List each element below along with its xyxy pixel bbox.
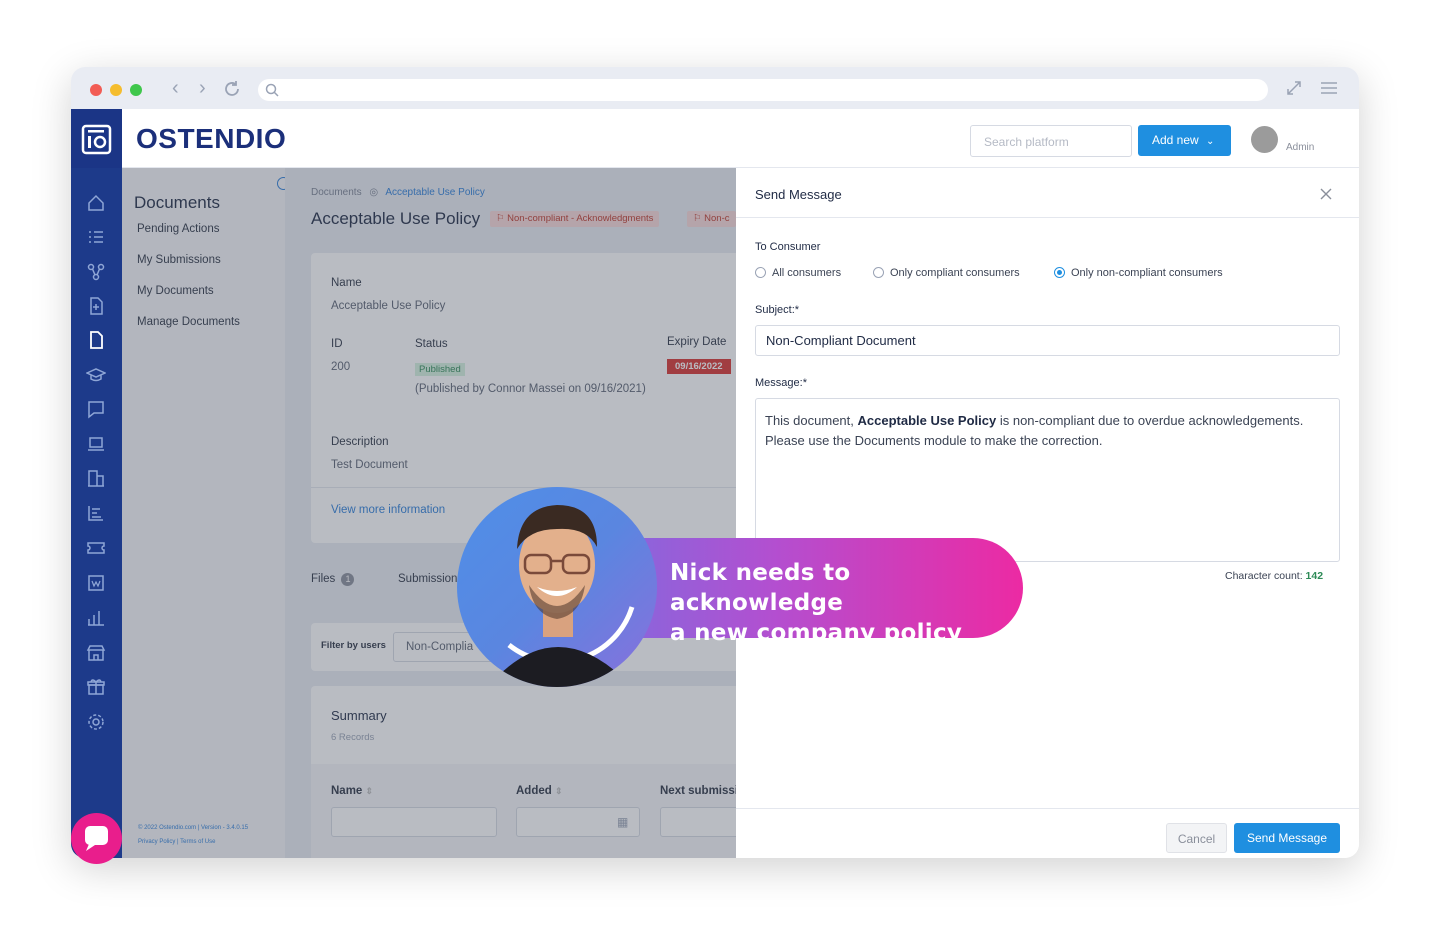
graduation-icon[interactable] [85,365,107,385]
brand-name: OSTENDIO [136,123,287,154]
user-avatar[interactable] [1251,126,1278,153]
subject-label: Subject:* [755,304,800,316]
to-consumer-label: To Consumer [755,241,821,253]
message-label: Message:* [755,377,807,389]
back-icon[interactable]: ‹ [172,78,179,98]
home-icon[interactable] [86,193,106,213]
address-bar[interactable] [258,79,1268,101]
forward-icon[interactable]: › [199,78,206,98]
network-icon[interactable] [86,262,106,282]
chat-bubble-icon [85,826,108,851]
chevron-down-icon: ⌄ [1206,136,1215,147]
browser-window: ‹ › OSTENDIO Search platform Add new ⌄ A… [71,67,1359,858]
close-window-dot[interactable] [90,84,102,96]
gift-icon[interactable] [86,677,106,697]
search-icon [265,83,279,97]
chat-launcher-button[interactable] [71,813,122,864]
badge-icon[interactable] [86,573,106,593]
ostendio-logo-icon [81,124,112,155]
callout-text: Nick needs to acknowledge a new company … [670,560,963,646]
search-platform-input[interactable]: Search platform [970,125,1132,157]
person-avatar-illustration [497,505,635,687]
analytics-icon[interactable] [86,608,106,628]
app-logo[interactable] [71,109,122,168]
browser-chrome: ‹ › [71,67,1359,109]
store-icon[interactable] [86,643,106,663]
close-icon[interactable] [1319,187,1333,201]
reload-icon[interactable] [223,80,241,102]
user-portrait [457,487,657,687]
send-message-button[interactable]: Send Message [1234,823,1340,853]
chat-square-icon[interactable] [86,399,106,419]
character-count: Character count: 142 [1225,570,1324,582]
bar-chart-icon[interactable] [86,503,106,523]
ticket-icon[interactable] [86,538,106,558]
building-icon[interactable] [86,468,106,488]
modal-backdrop[interactable] [122,168,736,858]
laptop-icon[interactable] [86,434,106,454]
minimize-window-dot[interactable] [110,84,122,96]
main-sidebar [71,109,122,858]
radio-noncompliant-consumers[interactable]: Only non-compliant consumers [1054,267,1223,279]
maximize-window-dot[interactable] [130,84,142,96]
document-icon[interactable] [86,330,106,350]
send-message-modal: Send Message To Consumer All consumers O… [736,168,1359,858]
subject-input[interactable]: Non-Compliant Document [755,325,1340,356]
user-role-label: Admin [1286,142,1315,153]
top-header: OSTENDIO Search platform Add new ⌄ Admin [122,109,1359,168]
file-add-icon[interactable] [86,296,106,316]
hamburger-menu-icon[interactable] [1320,80,1338,101]
cancel-button[interactable]: Cancel [1166,823,1227,853]
gear-icon[interactable] [86,712,106,732]
radio-all-consumers[interactable]: All consumers [755,267,841,279]
radio-compliant-consumers[interactable]: Only compliant consumers [873,267,1020,279]
checklist-icon[interactable] [86,227,106,247]
add-new-button[interactable]: Add new ⌄ [1138,125,1231,156]
modal-title: Send Message [755,187,842,202]
expand-icon[interactable] [1286,80,1302,101]
